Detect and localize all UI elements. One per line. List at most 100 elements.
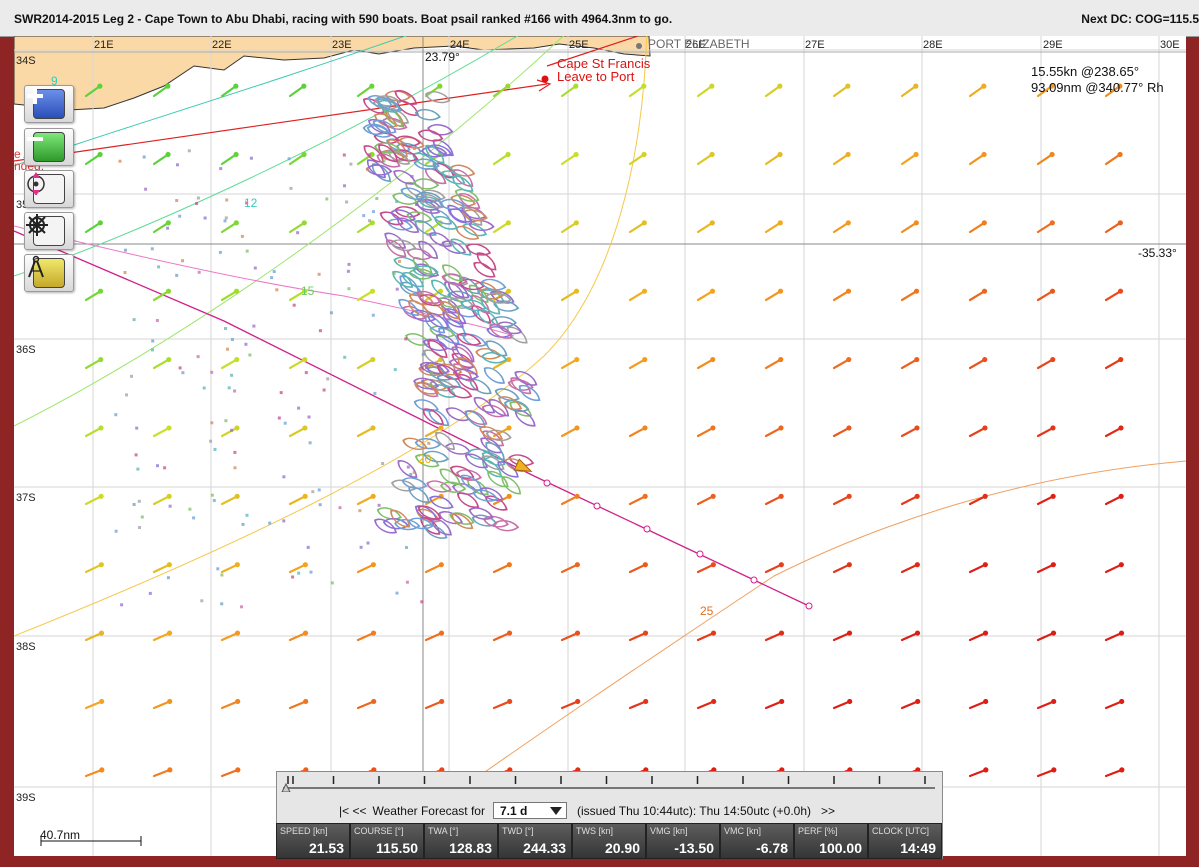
forecast-timeline-slider[interactable] (281, 776, 937, 792)
stat-tws: TWS [kn] 20.90 (572, 823, 646, 859)
boat-track-dot (241, 522, 245, 526)
wind-arrow-head (983, 767, 989, 773)
boat-track-dot (157, 265, 161, 269)
wind-arrow-head (370, 562, 376, 568)
boat-track-dot (395, 591, 399, 595)
wind-arrow-head (507, 698, 513, 705)
boat-track-dot (178, 366, 182, 370)
boat-track-dot (292, 303, 296, 307)
boat-track-dot (415, 203, 418, 206)
boat-track-dot (405, 580, 409, 584)
wind-arrow-head (779, 698, 785, 705)
boat-track-dot (349, 162, 353, 166)
wind-arrow-head (439, 698, 445, 705)
course-waypoint-marker (543, 479, 551, 487)
wind-arrow-head (235, 698, 241, 705)
boat-track-dot (224, 216, 228, 220)
boat-track-dot (326, 377, 330, 381)
wind-arrow-head (642, 630, 649, 636)
wind-arrow-head (98, 493, 104, 499)
boat-track-dot (197, 270, 201, 274)
wind-arrow-head (301, 83, 307, 89)
wind-arrow-head (981, 151, 987, 158)
boat-track-dot (151, 339, 155, 343)
wind-arrow-head (370, 425, 376, 431)
boat-track-dot (166, 576, 170, 580)
boat-track-dot (318, 503, 322, 507)
boat-track-dot (365, 167, 369, 171)
boat-track-dot (195, 202, 199, 205)
wind-arrow-head (574, 425, 580, 431)
boat-track-dot (114, 529, 118, 533)
wind-arrow-head (575, 698, 581, 705)
boat-track-dot (359, 545, 363, 549)
wind-arrow-head (233, 151, 239, 158)
boat-track-dot (392, 272, 396, 275)
zoom-out-button[interactable] (24, 128, 74, 166)
fleet-boat (412, 178, 440, 190)
wind-arrow-head (166, 562, 172, 568)
boat-track-dot (130, 374, 133, 378)
locate-boat-button[interactable] (24, 170, 74, 208)
boat-track-dot (240, 234, 244, 238)
boat-track-dot (306, 545, 310, 549)
wind-arrow-head (1050, 425, 1056, 431)
map-canvas[interactable] (14, 36, 1186, 856)
forecast-prev-buttons[interactable]: |< << (339, 804, 366, 818)
boat-track-dot (404, 337, 408, 341)
lat-label: 39S (16, 792, 36, 804)
chart-map[interactable]: 21E 22E 23E 24E 25E 26E 27E 28E 29E 30E … (14, 36, 1186, 856)
boat-track-dot (230, 338, 234, 341)
wind-arrow-head (574, 562, 580, 568)
boat-track-dot (347, 287, 351, 291)
lon-label: 28E (923, 39, 943, 51)
wind-arrow-head (981, 288, 988, 294)
wind-arrow-head (302, 562, 308, 568)
wind-arrow-head (777, 83, 783, 89)
boat-track-dot (375, 197, 379, 200)
measure-button[interactable] (24, 254, 74, 292)
wind-arrow-head (234, 493, 240, 499)
wind-arrow-head (709, 151, 715, 158)
boat-track-dot (213, 447, 217, 451)
boat-track-dot (362, 214, 366, 218)
boat-track-dot (406, 465, 410, 469)
zoom-in-button[interactable] (24, 85, 74, 123)
wind-arrow-head (506, 630, 513, 636)
wind-arrow-head (506, 562, 512, 568)
boat-track-dot (181, 371, 185, 375)
fleet-boat (393, 169, 417, 185)
fleet-boat (438, 511, 464, 525)
wind-arrow-head (845, 151, 851, 158)
wind-arrow-head (370, 356, 376, 363)
wind-arrow-head (302, 425, 308, 431)
wind-arrow-head (710, 425, 716, 431)
wind-arrow-head (778, 425, 784, 431)
wind-arrow-head (166, 630, 173, 636)
cursor-lat-readout: -35.33° (1138, 246, 1177, 260)
boat-track-dot (291, 575, 295, 579)
forecast-select[interactable]: 7.1 d (492, 802, 567, 819)
boat-track-dot (409, 472, 413, 476)
boat-track-dot (296, 231, 300, 235)
wind-arrow-head (777, 220, 783, 226)
distance-bearing: 93.09nm @340.77° Rh (1031, 80, 1164, 95)
boat-track-dot (420, 600, 424, 604)
wind-arrow-head (505, 288, 512, 294)
lat-label: 37S (16, 492, 36, 504)
wind-arrow-head (505, 151, 511, 158)
wind-arrow-head (1117, 151, 1123, 158)
wind-arrow-head (233, 83, 239, 89)
boat-track-dot (371, 313, 375, 317)
wind-arrow-head (981, 220, 987, 226)
helm-button[interactable] (24, 212, 74, 250)
locate-icon (27, 172, 65, 204)
boat-track-dot (245, 249, 249, 253)
forecast-next-button[interactable]: >> (821, 804, 835, 818)
wind-arrow-head (165, 83, 171, 89)
lon-label: 27E (805, 39, 825, 51)
boat-track-dot (368, 219, 371, 223)
stat-perf: PERF [%] 100.00 (794, 823, 868, 859)
wind-arrow-head (98, 356, 104, 363)
boat-track-dot (297, 406, 301, 410)
